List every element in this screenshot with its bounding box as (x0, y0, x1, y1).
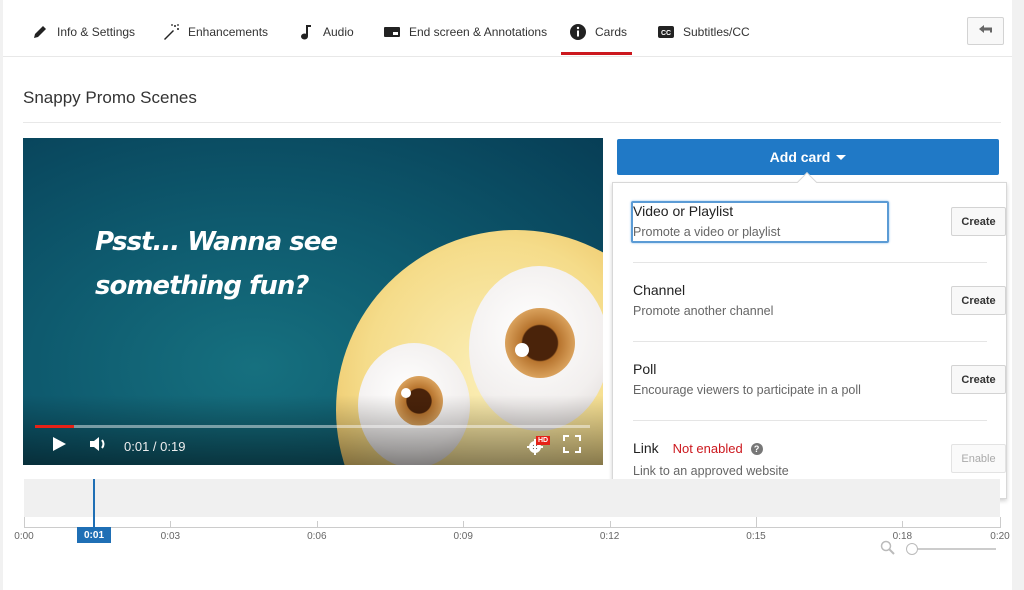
timeline-tick-label: 0:00 (14, 531, 34, 542)
add-card-menu: Video or Playlist Promote a video or pla… (612, 182, 1007, 499)
tab-info-settings[interactable]: Info & Settings (30, 22, 135, 42)
card-option-channel[interactable]: Channel Promote another channel Create (633, 262, 1006, 341)
pencil-icon (30, 23, 50, 41)
timeline-tick (463, 521, 465, 527)
page-title: Snappy Promo Scenes (23, 88, 197, 107)
add-card-label: Add card (769, 149, 831, 165)
gear-icon: HD (526, 436, 551, 456)
tab-label: Audio (323, 25, 354, 39)
editor-tab-bar: Info & Settings Enhancements Audio End s… (3, 0, 1012, 57)
timeline-tick (609, 521, 611, 527)
video-progress-bar[interactable] (35, 425, 590, 428)
timeline-tick (170, 521, 172, 527)
timeline-tick-label: 0:15 (746, 531, 766, 542)
end-screen-icon (382, 23, 402, 41)
timeline-playhead[interactable] (93, 479, 95, 529)
cc-icon: CC (656, 23, 676, 41)
option-description: Link to an approved website (633, 464, 789, 478)
timeline-tick (902, 521, 904, 527)
option-title: Video or Playlist (633, 203, 734, 219)
back-arrow-icon (978, 22, 994, 40)
timeline-tick (316, 521, 318, 527)
window-edge (1012, 0, 1024, 590)
timeline-zoom-slider[interactable] (912, 548, 996, 550)
timeline-tick-label: 0:03 (160, 531, 181, 542)
eye-glint (515, 343, 529, 357)
overlay-line: something fun? (95, 271, 310, 301)
timeline-tick (756, 517, 757, 527)
divider (23, 122, 1001, 123)
option-description: Promote a video or playlist (633, 225, 781, 239)
create-poll-card-button[interactable]: Create (951, 365, 1006, 394)
hd-badge: HD (536, 436, 551, 445)
tab-label: Cards (595, 25, 628, 39)
option-title: Poll (633, 361, 657, 377)
video-progress-fill (35, 425, 74, 428)
option-title-row: Link Not enabled ? (633, 440, 763, 456)
tab-enhancements[interactable]: Enhancements (161, 22, 268, 42)
fullscreen-icon (563, 434, 581, 458)
playhead-time-label: 0:01 (77, 527, 111, 543)
card-timeline-track[interactable] (24, 479, 1000, 517)
tab-label: End screen & Annotations (409, 25, 548, 39)
not-enabled-status: Not enabled (672, 441, 743, 456)
fullscreen-button[interactable] (563, 434, 581, 458)
option-title: Link (633, 440, 659, 456)
tab-label: Enhancements (188, 25, 269, 39)
video-overlay-text: Psst... Wanna see something fun? (95, 220, 338, 308)
video-player[interactable]: Psst... Wanna see something fun? 0:01 / … (23, 138, 603, 465)
add-card-button[interactable]: Add card (617, 139, 999, 175)
svg-text:CC: CC (661, 30, 671, 37)
zoom-magnifier-icon (880, 540, 896, 561)
back-button[interactable] (967, 17, 1004, 45)
music-note-icon (296, 23, 316, 41)
tab-subtitles[interactable]: CC Subtitles/CC (656, 22, 750, 42)
play-icon (51, 435, 67, 458)
tab-audio[interactable]: Audio (296, 22, 354, 42)
magic-wand-icon (161, 23, 181, 41)
create-video-card-button[interactable]: Create (951, 207, 1006, 236)
window-edge (0, 0, 3, 590)
settings-button[interactable]: HD (526, 436, 551, 456)
card-option-poll[interactable]: Poll Encourage viewers to participate in… (633, 341, 1006, 420)
enable-link-button[interactable]: Enable (951, 444, 1006, 473)
timeline-tick (24, 517, 25, 527)
timeline-tick-label: 0:12 (599, 531, 620, 542)
tab-end-screen[interactable]: End screen & Annotations (382, 22, 547, 42)
time-display: 0:01 / 0:19 (124, 436, 185, 456)
tab-label: Subtitles/CC (683, 25, 750, 39)
timeline-zoom-handle[interactable] (906, 543, 918, 555)
character-iris (505, 308, 575, 378)
time-readout: 0:01 / 0:19 (124, 438, 186, 454)
chevron-down-icon (836, 154, 847, 160)
active-tab-indicator (561, 52, 632, 55)
volume-button[interactable] (89, 436, 109, 456)
play-button[interactable] (51, 436, 67, 456)
create-channel-card-button[interactable]: Create (951, 286, 1006, 315)
info-icon (568, 23, 588, 41)
volume-icon (89, 435, 109, 458)
card-option-video-playlist[interactable]: Video or Playlist Promote a video or pla… (631, 183, 1006, 262)
tab-label: Info & Settings (57, 25, 136, 39)
timeline-tick (1000, 517, 1001, 527)
timeline-tick-label: 0:09 (453, 531, 473, 542)
timeline-tick-label: 0:06 (307, 531, 327, 542)
timeline-tick-label: 0:20 (990, 531, 1010, 542)
option-description: Promote another channel (633, 304, 774, 318)
help-icon[interactable]: ? (750, 443, 763, 455)
overlay-line: Psst... Wanna see (95, 227, 338, 257)
timeline-ruler (24, 527, 1001, 528)
controls-gradient (23, 395, 603, 465)
option-title: Channel (633, 282, 686, 298)
tab-cards[interactable]: Cards (568, 22, 627, 42)
option-description: Encourage viewers to participate in a po… (633, 383, 861, 397)
